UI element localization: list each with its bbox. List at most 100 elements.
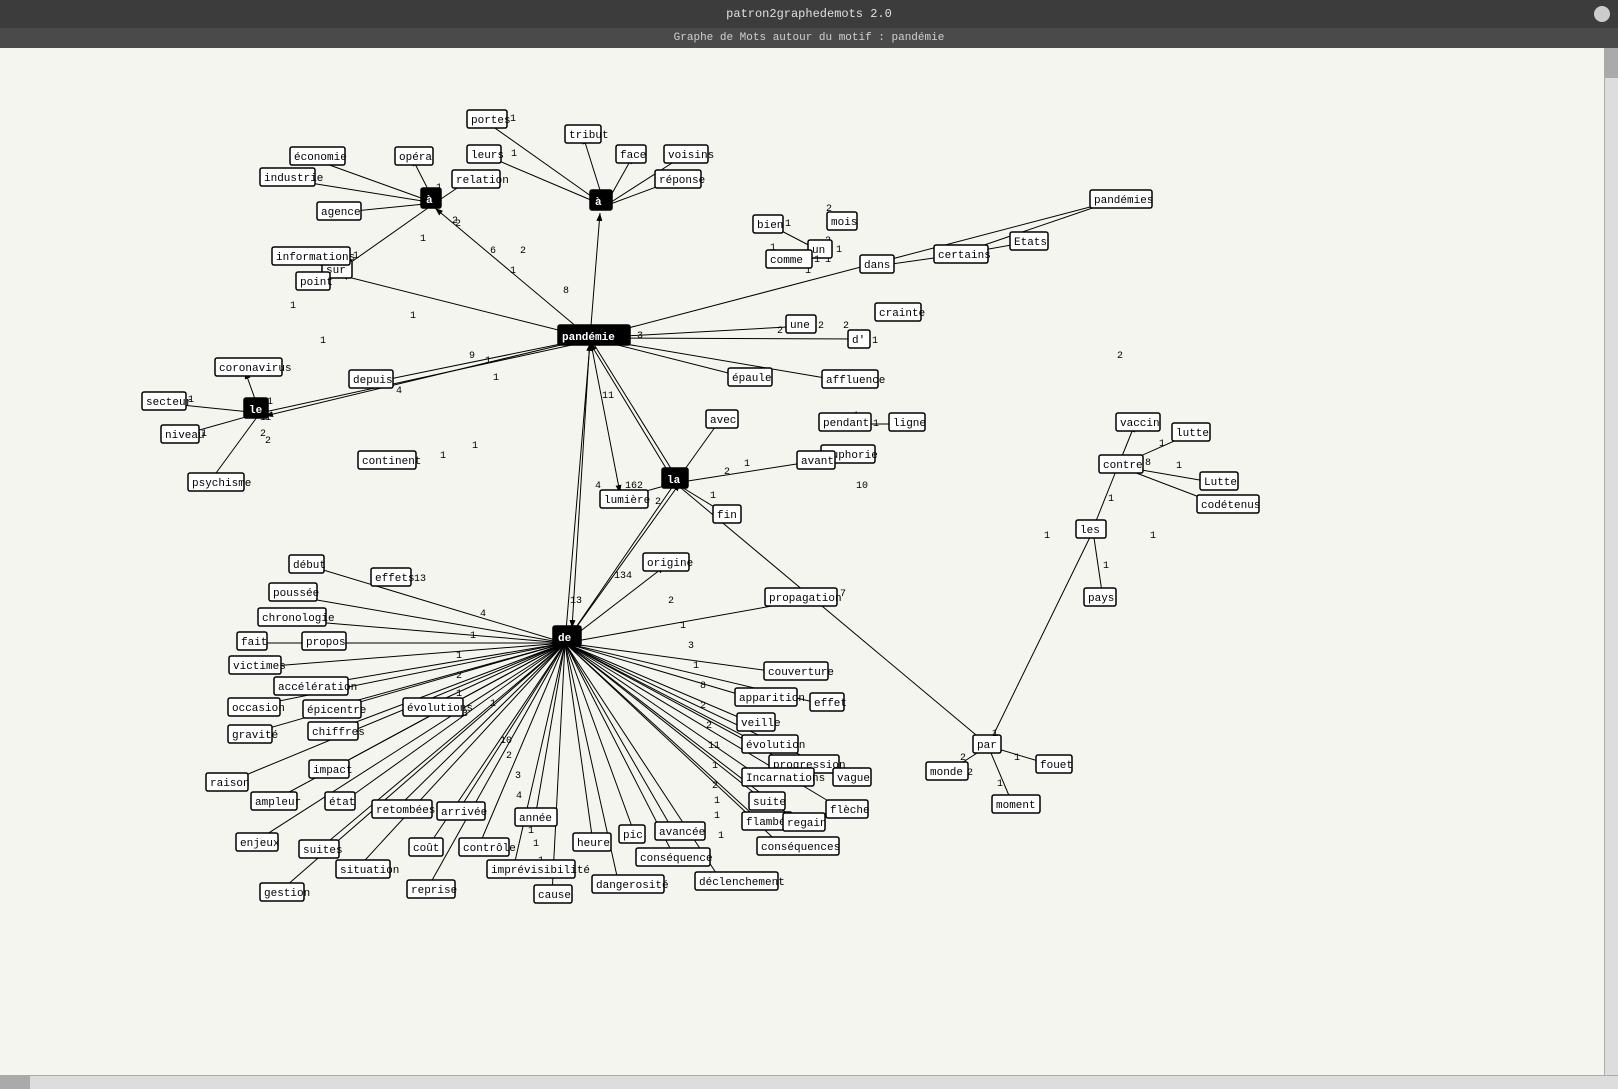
node-avant[interactable]: avant xyxy=(801,456,834,468)
node-dangerosite[interactable]: dangerosité xyxy=(596,880,669,892)
node-monde[interactable]: monde xyxy=(930,767,963,779)
node-Lutte[interactable]: Lutte xyxy=(1204,477,1237,489)
node-consequence[interactable]: conséquence xyxy=(640,853,713,865)
node-consequences[interactable]: conséquences xyxy=(761,842,840,854)
node-agence[interactable]: agence xyxy=(321,207,361,219)
node-fouet[interactable]: fouet xyxy=(1040,760,1073,772)
node-heure[interactable]: heure xyxy=(577,838,610,850)
node-pendant[interactable]: pendant xyxy=(823,418,869,430)
node-chronologie[interactable]: chronologie xyxy=(262,613,335,625)
node-occasion[interactable]: occasion xyxy=(232,703,285,715)
node-tribut[interactable]: tribut xyxy=(569,130,609,142)
node-de[interactable]: de xyxy=(558,633,572,645)
scrollbar-right-thumb[interactable] xyxy=(1605,48,1618,78)
node-portes[interactable]: portes xyxy=(471,115,511,127)
node-cout[interactable]: coût xyxy=(413,843,439,855)
node-suites[interactable]: suites xyxy=(303,845,343,857)
close-button[interactable] xyxy=(1594,6,1610,22)
node-chiffres[interactable]: chiffres xyxy=(312,727,365,739)
node-imprevisibilite[interactable]: imprévisibilité xyxy=(491,865,590,877)
node-arrivee[interactable]: arrivée xyxy=(441,807,487,819)
node-declenchement[interactable]: déclenchement xyxy=(699,877,785,889)
node-etats[interactable]: Etats xyxy=(1014,237,1047,249)
node-incarnations[interactable]: Incarnations xyxy=(746,773,825,785)
node-effet[interactable]: effet xyxy=(814,698,847,710)
node-propos[interactable]: propos xyxy=(306,637,346,649)
node-lumiere[interactable]: lumière xyxy=(604,495,650,507)
node-certains[interactable]: certains xyxy=(938,250,991,262)
node-a-left[interactable]: à xyxy=(426,195,433,207)
node-point[interactable]: point xyxy=(300,277,333,289)
node-debut[interactable]: début xyxy=(293,560,326,572)
node-face[interactable]: face xyxy=(620,150,646,162)
node-avancee[interactable]: avancée xyxy=(659,827,705,839)
node-economie[interactable]: économie xyxy=(294,152,347,164)
node-industrie[interactable]: industrie xyxy=(264,173,323,185)
node-comme[interactable]: comme xyxy=(770,255,803,267)
node-vague[interactable]: vague xyxy=(837,773,870,785)
node-vaccin[interactable]: vaccin xyxy=(1120,418,1160,430)
node-relation[interactable]: relation xyxy=(456,175,509,187)
node-psychisme[interactable]: psychisme xyxy=(192,478,251,490)
node-apparition[interactable]: apparition xyxy=(739,693,805,705)
node-les[interactable]: les xyxy=(1080,525,1100,537)
node-pandemies[interactable]: pandémies xyxy=(1094,195,1153,207)
node-annee[interactable]: année xyxy=(519,813,552,825)
node-une[interactable]: une xyxy=(790,320,810,332)
node-retombees[interactable]: retombées xyxy=(376,805,435,817)
node-fleche[interactable]: flèche xyxy=(830,805,870,817)
node-gestion[interactable]: gestion xyxy=(264,888,310,900)
node-avec[interactable]: avec xyxy=(710,415,736,427)
node-victimes[interactable]: victimes xyxy=(233,661,286,673)
node-d[interactable]: d' xyxy=(852,335,865,347)
node-par[interactable]: par xyxy=(977,740,997,752)
node-secteur[interactable]: secteur xyxy=(146,397,192,409)
node-origine[interactable]: origine xyxy=(647,558,693,570)
node-reponse[interactable]: réponse xyxy=(659,175,705,187)
node-depuis[interactable]: depuis xyxy=(353,375,393,387)
scrollbar-bottom[interactable] xyxy=(0,1075,1618,1089)
node-impact[interactable]: impact xyxy=(313,765,353,777)
node-epicentre[interactable]: épicentre xyxy=(307,705,366,717)
node-enjeux[interactable]: enjeux xyxy=(240,838,280,850)
node-contre[interactable]: contre xyxy=(1103,460,1143,472)
node-affluence[interactable]: affluence xyxy=(826,375,885,387)
node-a-right[interactable]: à xyxy=(595,197,602,209)
node-evolution[interactable]: évolution xyxy=(746,740,805,752)
node-mois[interactable]: mois xyxy=(831,217,857,229)
node-lutte[interactable]: lutte xyxy=(1176,428,1209,440)
node-opera[interactable]: opéra xyxy=(399,152,432,164)
node-dans[interactable]: dans xyxy=(864,260,890,272)
node-la[interactable]: la xyxy=(667,475,681,487)
node-suite[interactable]: suite xyxy=(753,797,786,809)
node-leurs[interactable]: leurs xyxy=(471,150,504,162)
node-cause[interactable]: cause xyxy=(538,890,571,902)
node-acceleration[interactable]: accélération xyxy=(278,682,357,694)
node-fait[interactable]: fait xyxy=(241,637,267,649)
node-crainte[interactable]: crainte xyxy=(879,308,925,320)
scrollbar-right[interactable] xyxy=(1604,48,1618,1089)
node-effets[interactable]: effets xyxy=(375,573,415,585)
node-pays[interactable]: pays xyxy=(1088,593,1114,605)
node-ampleur[interactable]: ampleur xyxy=(255,797,301,809)
node-pandemie[interactable]: pandémie xyxy=(562,332,615,344)
node-couverture[interactable]: couverture xyxy=(768,667,834,679)
node-fin[interactable]: fin xyxy=(717,510,737,522)
node-codetenus[interactable]: codétenus xyxy=(1201,500,1260,512)
node-informations[interactable]: informations xyxy=(276,252,355,264)
node-niveau[interactable]: niveau xyxy=(165,430,205,442)
node-evolutions[interactable]: évolutions xyxy=(407,703,473,715)
node-continent[interactable]: continent xyxy=(362,456,421,468)
node-ligne[interactable]: ligne xyxy=(893,418,926,430)
node-moment[interactable]: moment xyxy=(996,800,1036,812)
node-voisins[interactable]: voisins xyxy=(668,150,714,162)
node-raison[interactable]: raison xyxy=(210,778,250,790)
node-epaule[interactable]: épaule xyxy=(732,373,772,385)
node-situation[interactable]: situation xyxy=(340,865,399,877)
node-coronavirus[interactable]: coronavirus xyxy=(219,363,292,375)
node-propagation[interactable]: propagation xyxy=(769,593,842,605)
scrollbar-bottom-thumb[interactable] xyxy=(0,1076,30,1089)
node-controle[interactable]: contrôle xyxy=(463,843,516,855)
node-pic[interactable]: pic xyxy=(623,830,643,842)
node-bien[interactable]: bien xyxy=(757,220,783,232)
